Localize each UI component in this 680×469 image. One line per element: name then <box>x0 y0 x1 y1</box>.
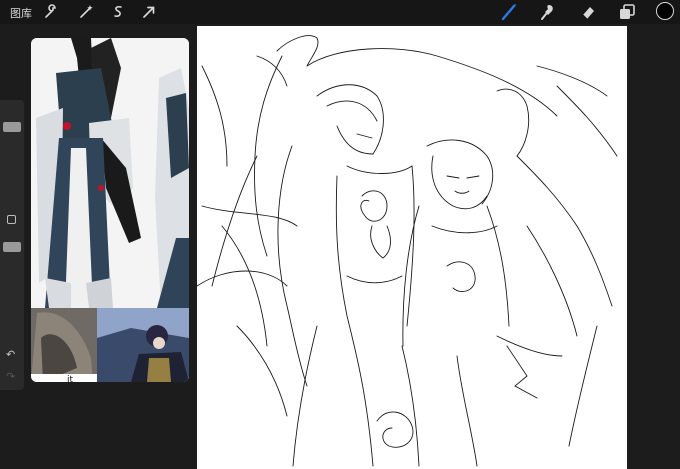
transform-arrow-icon[interactable] <box>141 4 157 20</box>
wrench-icon[interactable] <box>43 4 59 20</box>
selection-icon[interactable] <box>110 4 126 20</box>
drawing-canvas[interactable] <box>197 26 627 469</box>
modify-square-button[interactable] <box>7 215 16 224</box>
reference-image: it <box>31 38 189 382</box>
sketch-artwork <box>197 35 618 467</box>
gallery-button[interactable]: 图库 <box>10 5 32 21</box>
left-sidebar: ↶ ↷ <box>0 100 24 390</box>
layers-icon[interactable] <box>618 3 636 21</box>
undo-icon[interactable]: ↶ <box>6 348 15 361</box>
reference-window[interactable]: it <box>31 38 189 382</box>
color-picker-button[interactable] <box>656 2 674 20</box>
smudge-icon[interactable] <box>539 3 557 21</box>
reference-caption: it <box>67 375 74 382</box>
brush-size-slider[interactable] <box>3 122 21 132</box>
eraser-icon[interactable] <box>579 3 597 21</box>
redo-icon[interactable]: ↷ <box>6 370 15 383</box>
brush-icon[interactable] <box>500 3 518 21</box>
top-toolbar: 图库 <box>0 0 680 24</box>
magic-wand-icon[interactable] <box>78 4 94 20</box>
opacity-slider[interactable] <box>3 242 21 252</box>
